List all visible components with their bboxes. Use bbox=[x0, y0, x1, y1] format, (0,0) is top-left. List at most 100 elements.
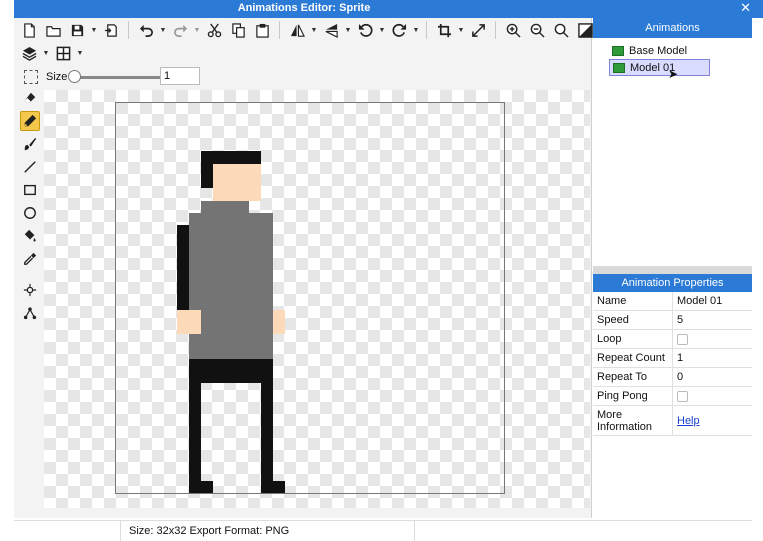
property-row-more-information: More Information Help bbox=[593, 406, 752, 436]
editor-area: ▼ ▼ ▼ ▼ ▼ ▼ ▼ ▼ ▼ ▼ Size 1 bbox=[14, 18, 593, 518]
toolbar-separator bbox=[128, 21, 129, 39]
toolbar-separator bbox=[279, 21, 280, 39]
property-key: Ping Pong bbox=[593, 387, 673, 405]
property-value-repeat-to[interactable]: 0 bbox=[673, 368, 752, 386]
property-row-ping-pong: Ping Pong bbox=[593, 387, 752, 406]
zoom-out-icon[interactable] bbox=[526, 19, 548, 41]
node-icon[interactable] bbox=[20, 303, 40, 323]
eraser-icon[interactable] bbox=[20, 88, 40, 108]
grid-icon[interactable] bbox=[52, 42, 74, 64]
window-title: Animations Editor: Sprite bbox=[237, 2, 371, 14]
property-key: Loop bbox=[593, 330, 673, 348]
eyedropper-icon[interactable] bbox=[20, 249, 40, 269]
size-slider[interactable] bbox=[72, 76, 162, 79]
ping-pong-checkbox[interactable] bbox=[677, 390, 688, 402]
brush-icon[interactable] bbox=[20, 134, 40, 154]
line-icon[interactable] bbox=[20, 157, 40, 177]
sprite-right-leg bbox=[261, 383, 273, 483]
crop-dropdown-icon[interactable]: ▼ bbox=[457, 27, 465, 34]
list-item-base-model[interactable]: Base Model bbox=[609, 42, 690, 59]
toolbar-separator bbox=[495, 21, 496, 39]
rotate-left-icon[interactable] bbox=[354, 19, 376, 41]
zoom-in-icon[interactable] bbox=[502, 19, 524, 41]
sprite-back-arm bbox=[177, 225, 189, 310]
sprite-right-hand bbox=[273, 310, 285, 334]
property-row-name: Name Model 01 bbox=[593, 292, 752, 311]
rectangle-icon[interactable] bbox=[20, 180, 40, 200]
sprite-left-foot bbox=[189, 481, 213, 493]
sprite-left-hand bbox=[177, 310, 201, 334]
flip-vertical-icon[interactable] bbox=[320, 19, 342, 41]
sprite-hair-side bbox=[201, 151, 213, 188]
flip-v-dropdown-icon[interactable]: ▼ bbox=[344, 27, 352, 34]
crop-icon[interactable] bbox=[433, 19, 455, 41]
property-row-speed: Speed 5 bbox=[593, 311, 752, 330]
size-label: Size bbox=[46, 71, 68, 83]
toolbar-row-1: ▼ ▼ ▼ ▼ ▼ ▼ ▼ ▼ bbox=[18, 19, 596, 41]
new-file-icon[interactable] bbox=[18, 19, 40, 41]
sprite-shirt bbox=[189, 213, 273, 359]
size-slider-thumb[interactable] bbox=[68, 70, 81, 83]
save-dropdown-icon[interactable]: ▼ bbox=[90, 27, 98, 34]
property-key: More Information bbox=[593, 406, 673, 435]
sprite-frame[interactable] bbox=[115, 102, 505, 494]
property-value-help: Help bbox=[673, 406, 752, 435]
app-root: Animations Editor: Sprite ✕ ▼ ▼ ▼ ▼ ▼ ▼ … bbox=[0, 0, 763, 541]
property-value-ping-pong bbox=[673, 387, 752, 405]
sprite-left-leg bbox=[189, 383, 201, 483]
animations-header: Animations bbox=[593, 18, 752, 38]
size-input[interactable]: 1 bbox=[160, 67, 200, 85]
undo-dropdown-icon[interactable]: ▼ bbox=[159, 27, 167, 34]
sprite-neck bbox=[201, 201, 249, 213]
selection-icon[interactable] bbox=[24, 70, 38, 84]
pencil-icon[interactable] bbox=[20, 111, 40, 131]
panel-divider[interactable] bbox=[593, 266, 752, 274]
paste-icon[interactable] bbox=[251, 19, 273, 41]
animations-list: Base Model Model 01 ➤ bbox=[593, 38, 752, 266]
save-icon[interactable] bbox=[66, 19, 88, 41]
fill-icon[interactable] bbox=[20, 226, 40, 246]
property-key: Repeat To bbox=[593, 368, 673, 386]
copy-icon[interactable] bbox=[227, 19, 249, 41]
flip-h-dropdown-icon[interactable]: ▼ bbox=[310, 27, 318, 34]
rotate-right-icon[interactable] bbox=[388, 19, 410, 41]
status-bar: Size: 32x32 Export Format: PNG bbox=[14, 520, 752, 541]
title-bar: Animations Editor: Sprite ✕ bbox=[14, 0, 763, 18]
undo-icon[interactable] bbox=[135, 19, 157, 41]
drawing-canvas[interactable] bbox=[44, 90, 590, 508]
grid-dropdown-icon[interactable]: ▼ bbox=[76, 50, 84, 57]
open-folder-icon[interactable] bbox=[42, 19, 64, 41]
toolbar: ▼ ▼ ▼ ▼ ▼ ▼ ▼ ▼ ▼ ▼ bbox=[14, 18, 593, 64]
redo-icon[interactable] bbox=[169, 19, 191, 41]
property-value-loop bbox=[673, 330, 752, 348]
list-item-model-01[interactable]: Model 01 bbox=[609, 59, 710, 76]
property-value-repeat-count[interactable]: 1 bbox=[673, 349, 752, 367]
list-item-label: Base Model bbox=[629, 44, 688, 57]
property-row-repeat-count: Repeat Count 1 bbox=[593, 349, 752, 368]
point-icon[interactable] bbox=[20, 280, 40, 300]
layers-icon[interactable] bbox=[18, 42, 40, 64]
size-bar: Size 1 bbox=[14, 66, 592, 88]
close-icon[interactable]: ✕ bbox=[740, 1, 751, 15]
property-key: Repeat Count bbox=[593, 349, 673, 367]
property-value-name[interactable]: Model 01 bbox=[673, 292, 752, 310]
resize-icon[interactable] bbox=[467, 19, 489, 41]
flip-horizontal-icon[interactable] bbox=[286, 19, 308, 41]
rotate-right-dropdown-icon[interactable]: ▼ bbox=[412, 27, 420, 34]
properties-header: Animation Properties bbox=[593, 274, 752, 292]
model-icon bbox=[613, 62, 625, 73]
help-link[interactable]: Help bbox=[677, 415, 700, 427]
zoom-fit-icon[interactable] bbox=[550, 19, 572, 41]
cut-icon[interactable] bbox=[203, 19, 225, 41]
loop-checkbox[interactable] bbox=[677, 333, 688, 345]
toolbar-row-2: ▼ ▼ bbox=[18, 42, 84, 64]
property-value-speed[interactable]: 5 bbox=[673, 311, 752, 329]
toolbar-separator bbox=[426, 21, 427, 39]
sprite-face bbox=[213, 164, 261, 201]
ellipse-icon[interactable] bbox=[20, 203, 40, 223]
export-icon[interactable] bbox=[100, 19, 122, 41]
layers-dropdown-icon[interactable]: ▼ bbox=[42, 50, 50, 57]
status-text: Size: 32x32 Export Format: PNG bbox=[120, 521, 289, 541]
redo-dropdown-icon[interactable]: ▼ bbox=[193, 27, 201, 34]
rotate-left-dropdown-icon[interactable]: ▼ bbox=[378, 27, 386, 34]
